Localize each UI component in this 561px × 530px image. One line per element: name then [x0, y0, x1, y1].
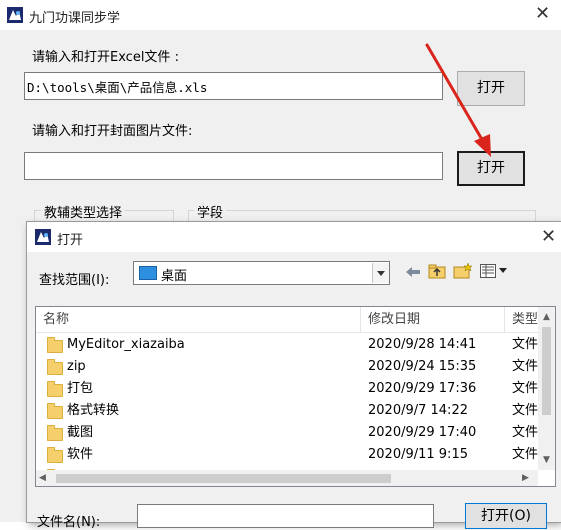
folder-icon	[47, 403, 63, 419]
folder-icon	[47, 337, 63, 353]
horizontal-scrollbar[interactable]: ◀ ▶	[36, 470, 538, 486]
lookin-combo[interactable]: 桌面	[133, 261, 390, 285]
column-header-date[interactable]: 修改日期	[361, 307, 505, 332]
file-type: 文件	[512, 359, 539, 374]
scroll-up-icon[interactable]: ▲	[538, 312, 555, 322]
file-date: 2020/9/7 14:22	[368, 403, 468, 418]
column-name-label: 名称	[43, 312, 70, 327]
vertical-scroll-thumb[interactable]	[542, 327, 551, 415]
folder-icon	[47, 381, 63, 397]
list-item[interactable]: 截图 2020/9/29 17:40 文件	[36, 422, 539, 444]
up-folder-icon[interactable]	[428, 263, 446, 283]
file-name: 格式转换	[67, 403, 120, 418]
chevron-down-icon[interactable]	[372, 263, 389, 283]
file-date: 2020/9/29 17:36	[368, 381, 477, 396]
list-item[interactable]: zip 2020/9/24 15:35 文件	[36, 356, 539, 378]
horizontal-scroll-thumb[interactable]	[56, 474, 391, 483]
file-name: MyEditor_xiazaiba	[67, 337, 185, 352]
excel-label: 请输入和打开Excel文件 :	[32, 50, 179, 65]
list-item[interactable]: 打包 2020/9/29 17:36 文件	[36, 378, 539, 400]
file-type: 文件	[512, 425, 539, 440]
filename-input[interactable]	[137, 504, 434, 528]
view-menu-icon[interactable]	[480, 264, 510, 282]
file-date: 2020/9/28 14:41	[368, 337, 477, 352]
file-name: 软件	[67, 447, 94, 462]
list-header: 名称 ^ 修改日期 类型	[36, 307, 555, 333]
group-type-label: 教辅类型选择	[41, 202, 126, 221]
lookin-value: 桌面	[161, 269, 188, 284]
file-date: 2020/9/29 17:40	[368, 425, 477, 440]
filename-label: 文件名(N):	[37, 515, 101, 530]
dialog-title: 打开	[57, 233, 84, 248]
sort-up-icon: ^	[220, 306, 229, 314]
file-date: 2020/9/11 9:15	[368, 447, 468, 462]
column-header-type[interactable]: 类型	[505, 307, 540, 332]
open-cover-label: 打开	[477, 160, 505, 176]
excel-path-value: D:\tools\桌面\产品信息.xls	[27, 80, 208, 95]
column-type-label: 类型	[512, 312, 539, 327]
folder-icon	[47, 447, 63, 463]
window-title: 九门功课同步学	[29, 11, 121, 26]
folder-icon	[47, 359, 63, 375]
list-item[interactable]: 格式转换 2020/9/7 14:22 文件	[36, 400, 539, 422]
dialog-open-button[interactable]: 打开(O)	[465, 503, 547, 529]
column-header-name[interactable]: 名称	[36, 307, 361, 332]
file-name: 截图	[67, 425, 94, 440]
scroll-left-icon[interactable]: ◀	[39, 473, 46, 483]
file-type: 文件	[512, 403, 539, 418]
file-name: 打包	[67, 381, 94, 396]
desktop-icon	[139, 266, 157, 280]
group-stage-label: 学段	[194, 202, 227, 221]
close-icon[interactable]: ✕	[535, 5, 550, 23]
new-folder-icon[interactable]	[453, 262, 473, 283]
file-type: 文件	[512, 381, 539, 396]
file-name: zip	[67, 359, 86, 374]
column-date-label: 修改日期	[368, 312, 421, 327]
file-type: 文件	[512, 447, 539, 462]
file-type: 文件	[512, 337, 539, 352]
file-list[interactable]: 名称 ^ 修改日期 类型 MyEditor_xiazaiba 2020/9/28…	[35, 306, 556, 487]
scroll-right-icon[interactable]: ▶	[522, 473, 529, 483]
main-titlebar: 九门功课同步学 ✕	[0, 0, 561, 30]
open-cover-button[interactable]: 打开	[457, 151, 525, 186]
dialog-close-icon[interactable]: ✕	[541, 228, 556, 246]
open-file-dialog: 打开 ✕ 查找范围(I): 桌面 名称 ^ 修改日期 类型 MyEditor_x…	[27, 222, 561, 530]
file-date: 2020/9/24 15:35	[368, 359, 477, 374]
folder-icon	[47, 425, 63, 441]
back-icon[interactable]	[405, 265, 421, 283]
list-item[interactable]: 软件 2020/9/11 9:15 文件	[36, 444, 539, 466]
list-item[interactable]: MyEditor_xiazaiba 2020/9/28 14:41 文件	[36, 334, 539, 356]
scroll-down-icon[interactable]: ▼	[538, 455, 555, 465]
app-icon	[7, 7, 23, 23]
lookin-label: 查找范围(I):	[39, 273, 110, 288]
vertical-scrollbar[interactable]: ▲ ▼	[538, 307, 555, 470]
cover-path-input[interactable]	[24, 152, 443, 180]
open-excel-label: 打开	[477, 80, 505, 96]
cover-label: 请输入和打开封面图片文件:	[32, 124, 193, 139]
open-excel-button[interactable]: 打开	[457, 71, 525, 106]
excel-path-input[interactable]: D:\tools\桌面\产品信息.xls	[24, 72, 443, 100]
dialog-app-icon	[35, 229, 51, 245]
dialog-titlebar: 打开 ✕	[27, 222, 561, 252]
